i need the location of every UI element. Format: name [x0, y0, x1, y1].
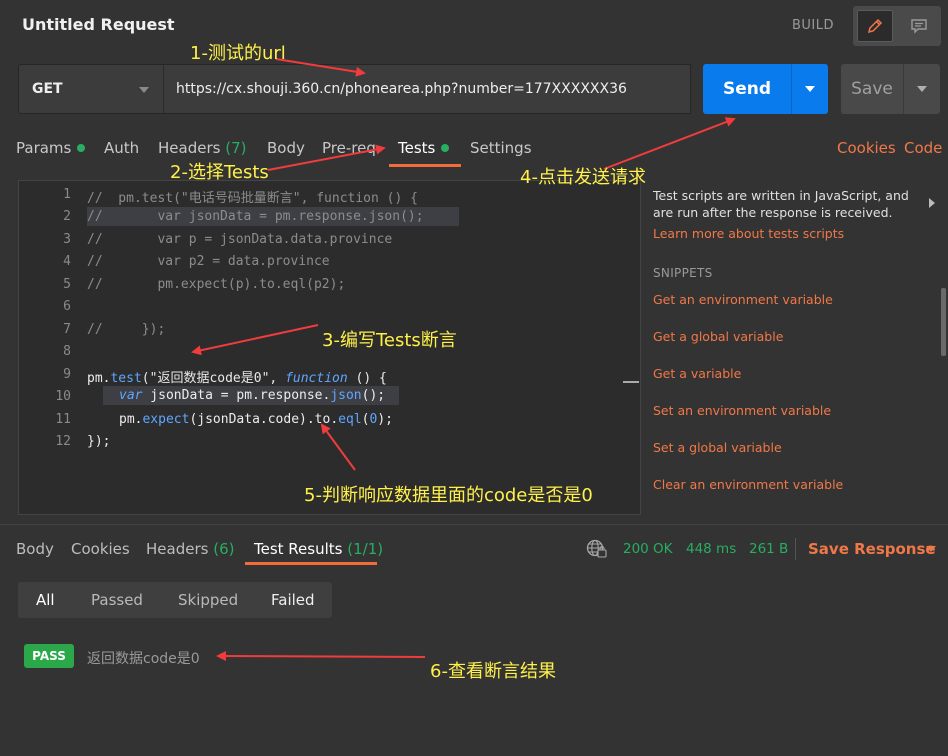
resp-headers-count: (6)	[213, 540, 235, 558]
build-label[interactable]: BUILD	[792, 18, 834, 33]
edit-mode-button[interactable]	[857, 10, 893, 42]
snippets-scrollbar[interactable]	[941, 288, 946, 356]
code-line-9: pm.test("返回数据code是0", function () {	[87, 371, 387, 386]
tab-headers-label: Headers	[158, 139, 221, 157]
line-number: 7	[63, 322, 71, 337]
tab-headers[interactable]: Headers (7)	[158, 139, 246, 157]
filter-failed[interactable]: Failed	[271, 591, 315, 609]
code-link[interactable]: Code	[904, 139, 942, 157]
filter-passed[interactable]: Passed	[91, 591, 143, 609]
line-number: 3	[63, 232, 71, 247]
code-line-7: // });	[87, 322, 166, 337]
mode-toggle-group	[853, 6, 941, 46]
code-line-1: // pm.test("电话号码批量断言", function () {	[87, 191, 418, 206]
arrow-4	[603, 117, 736, 170]
code-line-2: // var jsonData = pm.response.json();	[87, 207, 459, 226]
comments-button[interactable]	[901, 10, 937, 42]
tab-params[interactable]: Params	[16, 139, 86, 157]
chevron-down-icon	[139, 87, 149, 93]
tab-params-label: Params	[16, 139, 72, 157]
tab-tests-label: Tests	[398, 139, 436, 157]
line-number: 9	[63, 367, 71, 382]
snippet-item[interactable]: Get an environment variable	[653, 292, 833, 307]
snippet-item[interactable]: Get a global variable	[653, 329, 783, 344]
code-line-4: // var p2 = data.province	[87, 254, 330, 269]
tab-auth[interactable]: Auth	[104, 139, 139, 157]
response-divider	[0, 524, 948, 525]
status-divider	[795, 538, 796, 560]
request-title[interactable]: Untitled Request	[22, 15, 175, 34]
code-line-11: pm.expect(jsonData.code).to.eql(0);	[119, 412, 393, 427]
code-line-3: // var p = jsonData.data.province	[87, 232, 393, 247]
snippet-item[interactable]: Clear an environment variable	[653, 477, 843, 492]
annotation-1: 1-测试的url	[190, 43, 286, 64]
chevron-down-icon[interactable]	[926, 546, 936, 552]
filter-skipped[interactable]: Skipped	[178, 591, 238, 609]
chevron-down-icon	[917, 86, 927, 92]
snippet-item[interactable]: Get a variable	[653, 366, 741, 381]
line-number: 6	[63, 299, 71, 314]
line-number: 4	[63, 254, 71, 269]
editor-scroll-marker[interactable]	[623, 381, 639, 383]
line-number: 12	[55, 434, 71, 449]
resp-tab-headers[interactable]: Headers (6)	[146, 540, 234, 558]
chevron-down-icon	[805, 86, 815, 92]
learn-more-link[interactable]: Learn more about tests scripts	[653, 226, 844, 241]
save-response-button[interactable]: Save Response	[808, 540, 936, 558]
chevron-right-icon[interactable]	[929, 198, 935, 208]
line-number: 1	[63, 187, 71, 202]
tab-tests[interactable]: Tests	[398, 139, 450, 157]
response-time[interactable]: 448 ms	[686, 541, 736, 557]
annotation-5: 5-判断响应数据里面的code是否是0	[304, 485, 593, 506]
cookies-link[interactable]: Cookies	[837, 139, 896, 157]
response-size[interactable]: 261 B	[749, 541, 788, 557]
headers-count: (7)	[225, 139, 247, 157]
filter-all[interactable]: All	[36, 591, 55, 609]
resp-tab-body[interactable]: Body	[16, 540, 54, 558]
status-code[interactable]: 200 OK	[623, 541, 673, 557]
tests-indicator	[441, 144, 450, 152]
annotation-4: 4-点击发送请求	[520, 167, 646, 188]
pencil-icon	[867, 18, 883, 34]
tab-prereq[interactable]: Pre-req.	[322, 139, 381, 157]
snippets-heading: SNIPPETS	[653, 266, 713, 280]
code-line-5: // pm.expect(p).to.eql(p2);	[87, 277, 346, 292]
annotation-3: 3-编写Tests断言	[322, 330, 457, 351]
save-options-button[interactable]	[903, 64, 940, 114]
resp-tab-test-results-label: Test Results	[254, 540, 343, 558]
line-number: 10	[55, 389, 71, 404]
resp-tab-test-results[interactable]: Test Results (1/1)	[254, 540, 383, 558]
test-result-filters: All Passed Skipped Failed	[18, 582, 332, 618]
save-button[interactable]: Save	[841, 64, 903, 114]
line-number: 2	[63, 209, 71, 224]
url-input[interactable]	[163, 64, 691, 114]
code-line-12: });	[87, 434, 111, 449]
snippets-description: Test scripts are written in JavaScript, …	[653, 188, 909, 220]
code-line-10: var jsonData = pm.response.json();	[103, 386, 399, 405]
tab-settings[interactable]: Settings	[470, 139, 532, 157]
test-result-name: 返回数据code是0	[87, 651, 200, 667]
active-tab-indicator	[389, 164, 461, 167]
pass-badge: PASS	[24, 644, 74, 668]
test-results-count: (1/1)	[347, 540, 384, 558]
active-response-tab-indicator	[245, 562, 377, 565]
snippet-item[interactable]: Set an environment variable	[653, 403, 831, 418]
tab-body[interactable]: Body	[267, 139, 305, 157]
snippet-item[interactable]: Set a global variable	[653, 440, 782, 455]
line-number: 11	[55, 412, 71, 427]
params-indicator	[77, 144, 86, 152]
resp-tab-headers-label: Headers	[146, 540, 209, 558]
send-options-button[interactable]	[791, 64, 828, 114]
annotation-2: 2-选择Tests	[170, 162, 269, 183]
line-number: 5	[63, 277, 71, 292]
comment-icon	[911, 19, 927, 34]
annotation-6: 6-查看断言结果	[430, 661, 556, 682]
globe-icon[interactable]	[586, 539, 608, 559]
line-number: 8	[63, 344, 71, 359]
resp-tab-cookies[interactable]: Cookies	[71, 540, 130, 558]
arrow-6	[216, 651, 426, 662]
method-select[interactable]: GET	[18, 64, 164, 114]
send-button[interactable]: Send	[703, 64, 791, 114]
method-value: GET	[32, 81, 63, 97]
